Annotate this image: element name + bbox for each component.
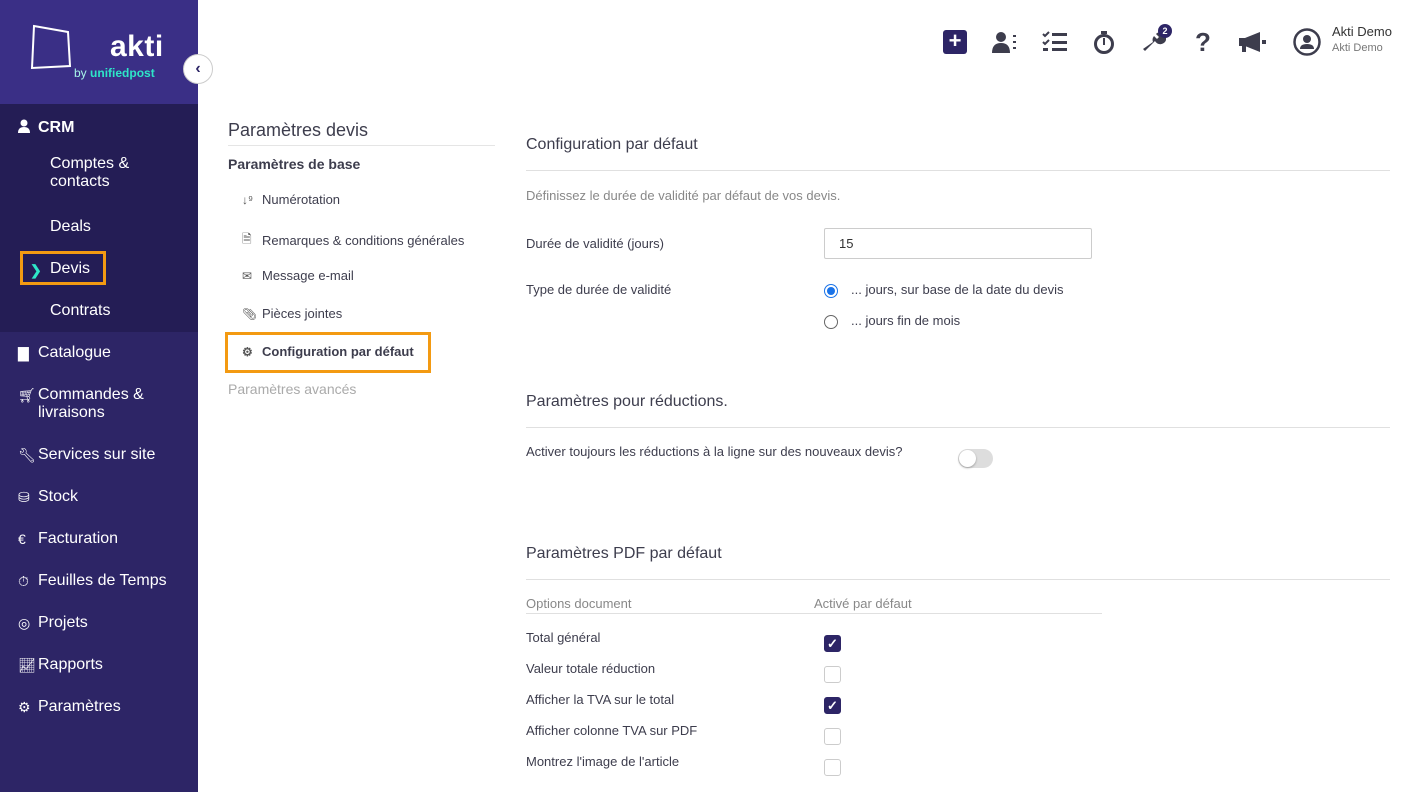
radio-date-devis[interactable] [824, 284, 838, 298]
reductions-toggle[interactable] [958, 449, 993, 468]
tasks-button[interactable] [1042, 28, 1068, 56]
sidebar-item-projets[interactable]: ◎ Projets [0, 602, 198, 644]
envelope-icon: ✉︎ [242, 268, 253, 283]
crm-group: CRM Comptes & contacts Deals Devis Contr… [0, 104, 198, 332]
add-button[interactable]: + [943, 28, 967, 56]
row-total-label: Total général [526, 630, 601, 645]
sidebar-item-deals[interactable]: Deals [0, 206, 198, 248]
target-icon: ◎ [18, 615, 31, 631]
sidebar-item-catalogue[interactable]: ▇ Catalogue [0, 332, 198, 374]
validity-type-label: Type de durée de validité [526, 282, 672, 297]
check-icon: ✓ [827, 698, 838, 713]
document-icon: 🗎︎ [242, 232, 252, 246]
announcements-button[interactable] [1238, 28, 1268, 56]
stopwatch-icon: ⏱︎ [18, 573, 29, 589]
menu-item-pieces[interactable]: 📎︎ Pièces jointes [242, 306, 342, 321]
row-image-label: Montrez l'image de l'article [526, 754, 680, 769]
table-header-divider [526, 613, 1102, 614]
cart-icon: 🛒︎ [18, 387, 36, 403]
user-icon [18, 119, 38, 137]
chevron-left-icon: ‹ [195, 60, 201, 77]
checkbox-reduction[interactable] [824, 666, 841, 683]
sort-numeric-icon: ↓⁹ [242, 192, 254, 207]
checklist-icon [1042, 31, 1067, 51]
sidebar-item-commandes[interactable]: 🛒︎ Commandes & livraisons [0, 374, 198, 434]
megaphone-icon [1239, 32, 1266, 52]
chart-icon: 📈︎ [18, 657, 36, 673]
timer-button[interactable] [1093, 28, 1115, 56]
collapse-sidebar-button[interactable]: ‹ [183, 54, 213, 84]
notification-badge: 2 [1158, 24, 1172, 38]
configuration-highlight [225, 332, 431, 373]
sidebar-item-services[interactable]: 🔧︎ Services sur site [0, 434, 198, 476]
contacts-list-button[interactable] [992, 28, 1024, 56]
paperclip-icon: 📎︎ [242, 306, 258, 321]
validity-input[interactable]: 15 [824, 228, 1092, 259]
contacts-list-icon [992, 32, 1016, 53]
menu-item-message[interactable]: ✉︎ Message e-mail [242, 268, 354, 283]
check-icon: ✓ [827, 636, 838, 651]
user-name[interactable]: Akti Demo [1332, 24, 1392, 39]
pdf-title: Paramètres PDF par défaut [526, 545, 722, 562]
question-icon: ? [1195, 26, 1211, 57]
col-active-header: Activé par défaut [814, 596, 912, 611]
config-description: Définissez le durée de validité par défa… [526, 188, 841, 203]
wrench-icon: 🔧︎ [18, 447, 36, 463]
checkbox-tva-col[interactable] [824, 728, 841, 745]
settings-advanced[interactable]: Paramètres avancés [228, 381, 356, 397]
validity-label: Durée de validité (jours) [526, 236, 665, 251]
stopwatch-icon [1094, 31, 1114, 54]
logo-area: akti by unifiedpost [0, 0, 198, 104]
sidebar-item-label: CRM [38, 119, 75, 136]
reductions-divider [526, 427, 1390, 428]
tools-button[interactable]: 2 [1142, 24, 1172, 56]
euro-icon: € [18, 531, 26, 547]
brand-sub: by unifiedpost [74, 66, 155, 80]
gear-icon: ⚙︎ [18, 699, 31, 715]
sidebar-item-parametres[interactable]: ⚙︎ Paramètres [0, 686, 198, 728]
sidebar-item-crm[interactable]: CRM [0, 104, 198, 146]
config-title: Configuration par défaut [526, 136, 698, 153]
sidebar-item-feuilles[interactable]: ⏱︎ Feuilles de Temps [0, 560, 198, 602]
radio-fin-de-mois-label[interactable]: ... jours fin de mois [851, 313, 960, 328]
checkbox-image[interactable] [824, 759, 841, 776]
menu-item-remarques[interactable]: 🗎︎ Remarques & conditions générales [242, 230, 464, 251]
sidebar-item-comptes[interactable]: Comptes & contacts [0, 146, 198, 206]
reductions-label: Activer toujours les réductions à la lig… [526, 444, 903, 459]
sidebar-item-contrats[interactable]: Contrats [0, 290, 198, 332]
help-button[interactable]: ? [1195, 26, 1211, 57]
user-company: Akti Demo [1332, 42, 1383, 54]
row-tva-total-label: Afficher la TVA sur le total [526, 692, 675, 707]
row-tva-col-label: Afficher colonne TVA sur PDF [526, 723, 698, 738]
sidebar: akti by unifiedpost CRM Comptes & contac… [0, 0, 198, 792]
pdf-divider [526, 579, 1390, 580]
book-icon: ▇ [18, 345, 29, 361]
sidebar-item-stock[interactable]: ⛁ Stock [0, 476, 198, 518]
chevron-right-icon: ❯ [30, 262, 42, 278]
brand-name: akti [110, 30, 164, 63]
user-avatar-icon [1293, 28, 1321, 56]
cubes-icon: ⛁ [18, 489, 30, 505]
settings-title: Paramètres devis [228, 120, 369, 140]
sidebar-item-facturation[interactable]: € Facturation [0, 518, 198, 560]
settings-divider [228, 145, 495, 146]
col-options-header: Options document [526, 596, 632, 611]
sidebar-item-rapports[interactable]: 📈︎ Rapports [0, 644, 198, 686]
radio-date-devis-label[interactable]: ... jours, sur base de la date du devis [851, 282, 1063, 297]
checkbox-tva-total[interactable]: ✓ [824, 697, 841, 714]
radio-fin-de-mois[interactable] [824, 315, 838, 329]
reductions-title: Paramètres pour réductions. [526, 393, 728, 410]
akti-logo-icon [30, 24, 72, 70]
config-divider [526, 170, 1390, 171]
plus-icon: + [943, 30, 967, 54]
row-reduction-label: Valeur totale réduction [526, 661, 656, 676]
settings-base-heading[interactable]: Paramètres de base [228, 156, 360, 172]
user-menu-button[interactable] [1293, 28, 1321, 56]
menu-item-numerotation[interactable]: ↓⁹ Numérotation [242, 192, 340, 207]
checkbox-total[interactable]: ✓ [824, 635, 841, 652]
